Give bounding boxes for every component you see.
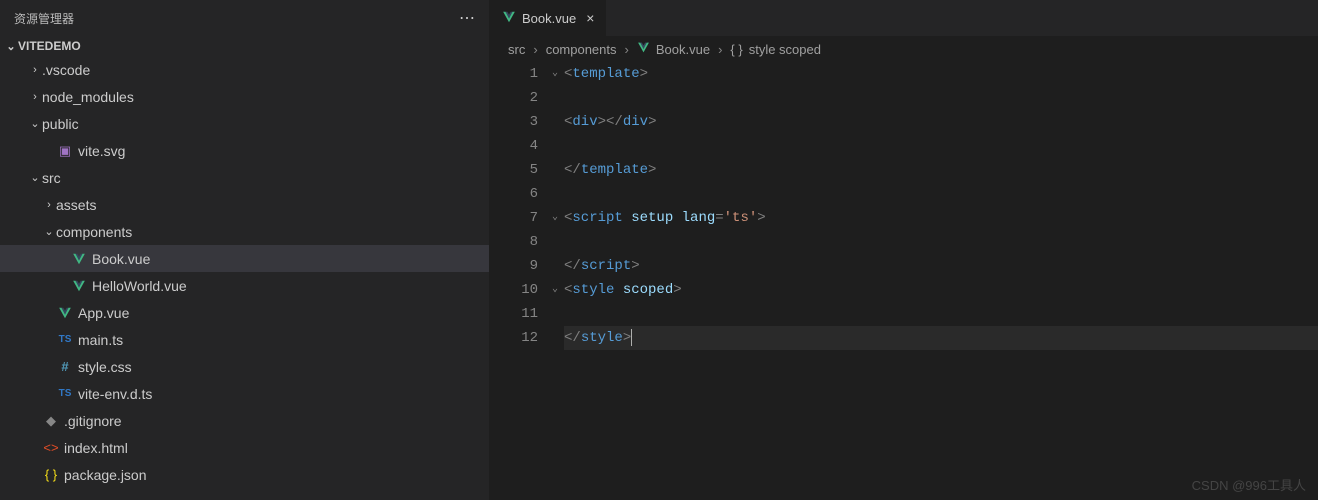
sidebar-title: 资源管理器 <box>14 10 74 27</box>
item-label: package.json <box>64 467 147 483</box>
breadcrumb-seg[interactable]: Book.vue <box>656 42 710 57</box>
file-item[interactable]: App.vue <box>0 299 489 326</box>
file-item[interactable]: <> index.html <box>0 434 489 461</box>
folder-item[interactable]: ›assets <box>0 191 489 218</box>
git-icon: ◆ <box>42 413 60 429</box>
item-label: index.html <box>64 440 128 456</box>
file-item[interactable]: TS vite-env.d.ts <box>0 380 489 407</box>
chevron-right-icon: › <box>28 91 42 103</box>
code-area[interactable]: 123456789101112 ⌄⌄⌄ <template><div></div… <box>490 62 1318 350</box>
item-label: assets <box>56 197 96 213</box>
explorer-sidebar: 资源管理器 ⋯ ⌄ VITEDEMO ›.vscode›node_modules… <box>0 0 490 500</box>
project-name: VITEDEMO <box>18 39 81 53</box>
file-item[interactable]: # style.css <box>0 353 489 380</box>
item-label: vite.svg <box>78 143 125 159</box>
item-label: .gitignore <box>64 413 122 429</box>
folder-item[interactable]: ›.vscode <box>0 56 489 83</box>
folder-item[interactable]: ⌄public <box>0 110 489 137</box>
item-label: HelloWorld.vue <box>92 278 187 294</box>
css-icon: # <box>56 359 74 374</box>
chevron-right-icon: › <box>28 64 42 76</box>
chevron-down-icon: ⌄ <box>28 171 42 184</box>
vue-icon <box>70 279 88 293</box>
ts-icon: TS <box>56 388 74 399</box>
item-label: style.css <box>78 359 132 375</box>
ts-icon: TS <box>56 334 74 345</box>
chevron-down-icon: ⌄ <box>4 40 18 53</box>
file-item[interactable]: ▣vite.svg <box>0 137 489 164</box>
breadcrumb-seg[interactable]: components <box>546 42 617 57</box>
vue-icon <box>70 252 88 266</box>
item-label: vite-env.d.ts <box>78 386 152 402</box>
chevron-right-icon: › <box>718 42 722 57</box>
vue-icon <box>637 41 650 57</box>
item-label: node_modules <box>42 89 134 105</box>
json-icon: { } <box>42 467 60 482</box>
html-icon: <> <box>42 440 60 455</box>
tab-label: Book.vue <box>522 11 576 26</box>
item-label: .vscode <box>42 62 90 78</box>
braces-icon: { } <box>730 42 742 57</box>
file-item[interactable]: ◆.gitignore <box>0 407 489 434</box>
close-icon[interactable]: × <box>586 10 594 26</box>
folder-item[interactable]: ⌄src <box>0 164 489 191</box>
tab-book-vue[interactable]: Book.vue × <box>490 0 607 36</box>
vue-icon <box>502 10 516 27</box>
file-item[interactable]: HelloWorld.vue <box>0 272 489 299</box>
watermark: CSDN @996工具人 <box>1192 475 1306 494</box>
project-header[interactable]: ⌄ VITEDEMO <box>0 36 489 56</box>
folder-item[interactable]: ›node_modules <box>0 83 489 110</box>
item-label: src <box>42 170 61 186</box>
sidebar-header: 资源管理器 ⋯ <box>0 0 489 36</box>
line-numbers: 123456789101112 <box>490 62 546 350</box>
file-item[interactable]: Book.vue <box>0 245 489 272</box>
item-label: components <box>56 224 132 240</box>
item-label: public <box>42 116 79 132</box>
editor-area: Book.vue × src › components › Book.vue ›… <box>490 0 1318 500</box>
item-label: Book.vue <box>92 251 150 267</box>
chevron-down-icon: ⌄ <box>42 225 56 238</box>
more-actions-icon[interactable]: ⋯ <box>459 8 475 28</box>
breadcrumb-seg[interactable]: src <box>508 42 525 57</box>
folder-item[interactable]: ⌄components <box>0 218 489 245</box>
tabs-bar: Book.vue × <box>490 0 1318 36</box>
item-label: App.vue <box>78 305 129 321</box>
item-label: main.ts <box>78 332 123 348</box>
breadcrumb-seg[interactable]: style scoped <box>749 42 821 57</box>
file-tree: ›.vscode›node_modules⌄public▣vite.svg⌄sr… <box>0 56 489 488</box>
chevron-right-icon: › <box>42 199 56 211</box>
img-icon: ▣ <box>56 143 74 159</box>
code-content[interactable]: <template><div></div></template><script … <box>564 62 1318 350</box>
chevron-down-icon: ⌄ <box>28 117 42 130</box>
fold-column: ⌄⌄⌄ <box>546 62 564 350</box>
file-item[interactable]: { } package.json <box>0 461 489 488</box>
chevron-right-icon: › <box>533 42 537 57</box>
file-item[interactable]: TS main.ts <box>0 326 489 353</box>
vue-icon <box>56 306 74 320</box>
chevron-right-icon: › <box>625 42 629 57</box>
breadcrumbs[interactable]: src › components › Book.vue › { } style … <box>490 36 1318 62</box>
